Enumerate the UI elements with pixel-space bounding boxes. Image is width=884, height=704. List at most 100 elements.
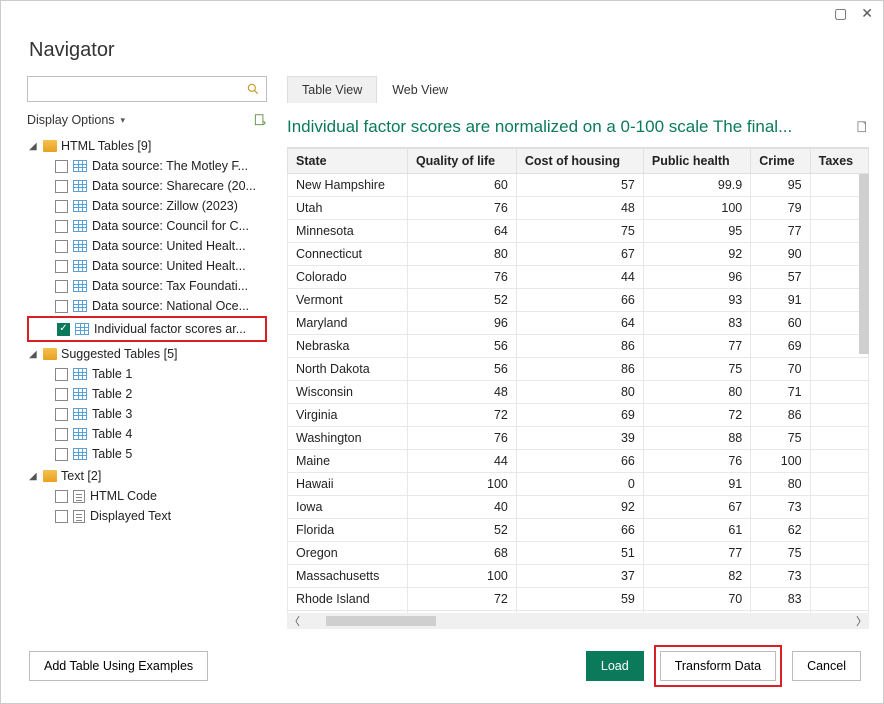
table-cell: 86 (516, 358, 643, 381)
table-cell: Colorado (288, 266, 408, 289)
tree-item-motley[interactable]: Data source: The Motley F... (27, 156, 267, 176)
tree-item-individual-scores[interactable]: Individual factor scores ar... (29, 319, 265, 339)
table-row[interactable]: Wisconsin48808071 (288, 381, 869, 404)
table-cell: 92 (516, 496, 643, 519)
table-row[interactable]: Nebraska56867769 (288, 335, 869, 358)
group-header-suggested[interactable]: ◢ Suggested Tables [5] (27, 344, 267, 364)
table-row[interactable]: Oregon68517775 (288, 542, 869, 565)
table-cell: 76 (643, 450, 750, 473)
table-row[interactable]: Massachusetts100378273 (288, 565, 869, 588)
data-preview: StateQuality of lifeCost of housingPubli… (287, 147, 869, 629)
transform-data-button[interactable]: Transform Data (660, 651, 776, 681)
content: Display Options ◢ HTML Tables [9] Data s… (1, 76, 883, 629)
column-header[interactable]: Crime (751, 149, 810, 174)
tab-table-view[interactable]: Table View (287, 76, 377, 103)
table-cell: 59 (516, 588, 643, 611)
tree-item-national-ocean[interactable]: Data source: National Oce... (27, 296, 267, 316)
table-cell: 69 (516, 404, 643, 427)
vertical-scrollbar-thumb[interactable] (859, 174, 869, 354)
tree-item-united-health-1[interactable]: Data source: United Healt... (27, 236, 267, 256)
table-cell: 86 (516, 335, 643, 358)
add-table-examples-button[interactable]: Add Table Using Examples (29, 651, 208, 681)
tree-item-table5[interactable]: Table 5 (27, 444, 267, 464)
table-cell (810, 519, 868, 542)
export-icon[interactable] (855, 119, 869, 135)
tree-item-table3[interactable]: Table 3 (27, 404, 267, 424)
column-header[interactable]: Taxes (810, 149, 868, 174)
table-row[interactable]: Maryland96648360 (288, 312, 869, 335)
table-cell: Hawaii (288, 473, 408, 496)
tab-web-view[interactable]: Web View (377, 76, 463, 103)
table-row[interactable]: North Dakota56867570 (288, 358, 869, 381)
table-cell: 48 (407, 381, 516, 404)
tree-item-sharecare[interactable]: Data source: Sharecare (20... (27, 176, 267, 196)
table-row[interactable]: Iowa40926773 (288, 496, 869, 519)
table-icon (75, 323, 89, 335)
table-row[interactable]: Florida52666162 (288, 519, 869, 542)
tree-item-zillow[interactable]: Data source: Zillow (2023) (27, 196, 267, 216)
left-pane: Display Options ◢ HTML Tables [9] Data s… (27, 76, 267, 629)
table-row[interactable]: Washington76398875 (288, 427, 869, 450)
data-table: StateQuality of lifeCost of housingPubli… (287, 148, 869, 613)
group-header-html-tables[interactable]: ◢ HTML Tables [9] (27, 136, 267, 156)
horizontal-scrollbar[interactable]: 〈 〉 (287, 613, 869, 629)
table-cell: 60 (751, 312, 810, 335)
column-header[interactable]: Cost of housing (516, 149, 643, 174)
table-row[interactable]: Maine446676100 (288, 450, 869, 473)
scroll-right-icon[interactable]: 〉 (856, 613, 867, 629)
table-cell: 76 (407, 266, 516, 289)
table-row[interactable]: Connecticut80679290 (288, 243, 869, 266)
table-cell: 80 (516, 381, 643, 404)
column-header[interactable]: State (288, 149, 408, 174)
table-row[interactable]: Colorado76449657 (288, 266, 869, 289)
group-header-text[interactable]: ◢ Text [2] (27, 466, 267, 486)
tree-item-united-health-2[interactable]: Data source: United Healt... (27, 256, 267, 276)
table-cell: 100 (751, 450, 810, 473)
table-cell: 83 (751, 588, 810, 611)
tree-item-table4[interactable]: Table 4 (27, 424, 267, 444)
column-header[interactable]: Quality of life (407, 149, 516, 174)
titlebar: ▢ ✕ (1, 1, 883, 31)
tree-item-html-code[interactable]: HTML Code (27, 486, 267, 506)
table-row[interactable]: Hawaii10009180 (288, 473, 869, 496)
column-header[interactable]: Public health (643, 149, 750, 174)
table-cell: 62 (751, 519, 810, 542)
highlighted-transform-button: Transform Data (654, 645, 782, 687)
table-row[interactable]: Rhode Island72597083 (288, 588, 869, 611)
table-row[interactable]: Utah764810079 (288, 197, 869, 220)
search-input[interactable] (27, 76, 267, 102)
tree-item-council[interactable]: Data source: Council for C... (27, 216, 267, 236)
table-cell: Massachusetts (288, 565, 408, 588)
table-cell: 80 (643, 381, 750, 404)
table-cell: 73 (751, 496, 810, 519)
table-row[interactable]: New Hampshire605799.995 (288, 174, 869, 197)
tree-item-table1[interactable]: Table 1 (27, 364, 267, 384)
table-icon (73, 408, 87, 420)
maximize-icon[interactable]: ▢ (834, 5, 847, 22)
checkbox-checked[interactable] (57, 323, 70, 336)
navigator-tree: ◢ HTML Tables [9] Data source: The Motle… (27, 136, 267, 629)
table-row[interactable]: Minnesota64759577 (288, 220, 869, 243)
table-icon (73, 280, 87, 292)
table-cell (810, 358, 868, 381)
table-icon (73, 180, 87, 192)
horizontal-scrollbar-thumb[interactable] (326, 616, 436, 626)
tree-item-table2[interactable]: Table 2 (27, 384, 267, 404)
scroll-left-icon[interactable]: 〈 (289, 613, 300, 629)
table-cell: New Hampshire (288, 174, 408, 197)
tree-item-tax-foundation[interactable]: Data source: Tax Foundati... (27, 276, 267, 296)
close-icon[interactable]: ✕ (861, 5, 873, 22)
display-options-dropdown[interactable]: Display Options (27, 113, 125, 127)
preview-tabs: Table View Web View (287, 76, 869, 103)
table-row[interactable]: Virginia72697286 (288, 404, 869, 427)
table-row[interactable]: Vermont52669391 (288, 289, 869, 312)
table-cell: Oregon (288, 542, 408, 565)
tree-item-displayed-text[interactable]: Displayed Text (27, 506, 267, 526)
table-cell: 61 (643, 519, 750, 542)
table-cell: 95 (643, 220, 750, 243)
table-icon (73, 260, 87, 272)
refresh-preview-icon[interactable] (253, 112, 267, 128)
cancel-button[interactable]: Cancel (792, 651, 861, 681)
table-cell: 77 (751, 220, 810, 243)
load-button[interactable]: Load (586, 651, 644, 681)
